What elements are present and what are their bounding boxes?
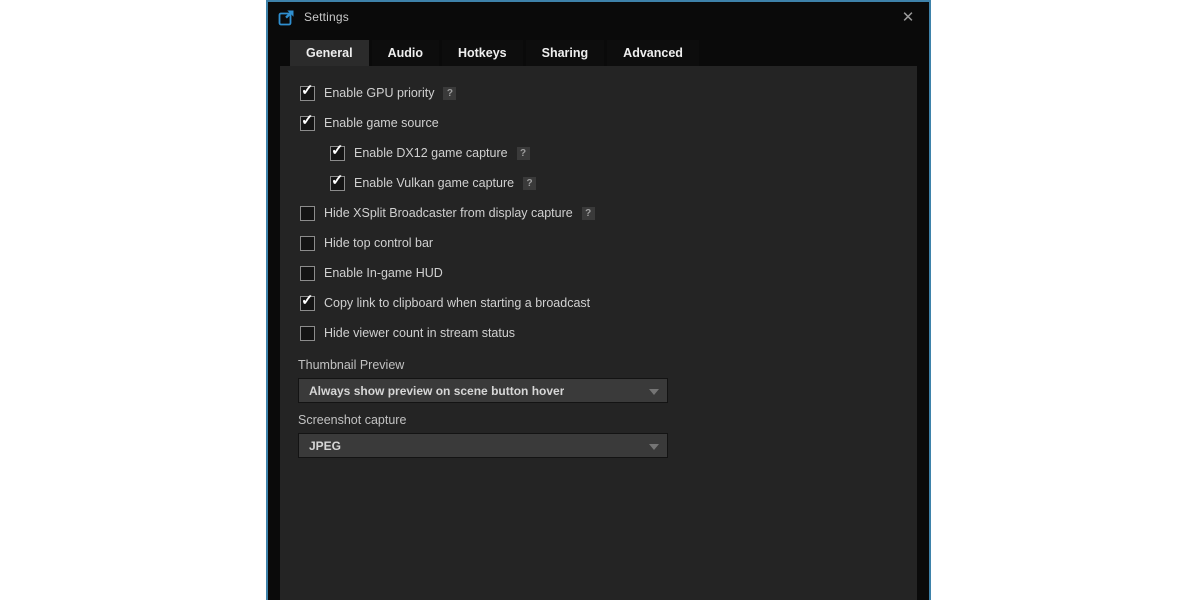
- checkbox-row-hide-top-control-bar[interactable]: ✓ Hide top control bar ?: [280, 228, 917, 258]
- chevron-down-icon: [649, 389, 659, 395]
- checkbox-label: Enable game source: [324, 116, 439, 130]
- checkmark-icon: ✓: [331, 143, 344, 158]
- checkbox-label: Hide top control bar: [324, 236, 433, 250]
- thumbnail-preview-dropdown[interactable]: Always show preview on scene button hove…: [298, 378, 668, 403]
- checkbox[interactable]: ✓: [330, 146, 345, 161]
- checkbox-label: Hide viewer count in stream status: [324, 326, 515, 340]
- checkbox-row-hide-viewer-count[interactable]: ✓ Hide viewer count in stream status ?: [280, 318, 917, 348]
- close-icon[interactable]: ✕: [897, 6, 919, 28]
- title-bar[interactable]: Settings ✕: [268, 2, 929, 32]
- checkbox-row-enable-game-source[interactable]: ✓ Enable game source ?: [280, 108, 917, 138]
- help-icon[interactable]: ?: [443, 87, 456, 100]
- checkbox[interactable]: ✓: [300, 236, 315, 251]
- tab-audio[interactable]: Audio: [372, 40, 439, 66]
- checkbox[interactable]: ✓: [300, 296, 315, 311]
- checkbox-label: Enable Vulkan game capture: [354, 176, 514, 190]
- checkmark-icon: ✓: [301, 83, 314, 98]
- checkbox[interactable]: ✓: [300, 266, 315, 281]
- tab-advanced[interactable]: Advanced: [607, 40, 699, 66]
- help-icon[interactable]: ?: [582, 207, 595, 220]
- checkbox-label: Enable GPU priority: [324, 86, 434, 100]
- thumbnail-preview-label: Thumbnail Preview: [298, 358, 917, 372]
- screenshot-capture-dropdown[interactable]: JPEG: [298, 433, 668, 458]
- tab-hotkeys[interactable]: Hotkeys: [442, 40, 523, 66]
- checkmark-icon: ✓: [301, 113, 314, 128]
- xsplit-logo-icon: [278, 9, 295, 26]
- checkbox-row-enable-in-game-hud[interactable]: ✓ Enable In-game HUD ?: [280, 258, 917, 288]
- settings-tabbar: General Audio Hotkeys Sharing Advanced: [290, 40, 917, 66]
- help-icon[interactable]: ?: [517, 147, 530, 160]
- checkbox-row-enable-vulkan-game-capture[interactable]: ✓ Enable Vulkan game capture ?: [280, 168, 917, 198]
- checkmark-icon: ✓: [331, 173, 344, 188]
- checkbox[interactable]: ✓: [330, 176, 345, 191]
- checkmark-icon: ✓: [301, 293, 314, 308]
- checkbox-label: Copy link to clipboard when starting a b…: [324, 296, 590, 310]
- checkbox-label: Enable In-game HUD: [324, 266, 443, 280]
- checkbox[interactable]: ✓: [300, 116, 315, 131]
- checkbox-row-copy-link-to-clipboard[interactable]: ✓ Copy link to clipboard when starting a…: [280, 288, 917, 318]
- tab-sharing[interactable]: Sharing: [526, 40, 605, 66]
- checkbox-label: Hide XSplit Broadcaster from display cap…: [324, 206, 573, 220]
- dropdown-selected-value: JPEG: [309, 439, 341, 453]
- screenshot-capture-label: Screenshot capture: [298, 413, 917, 427]
- chevron-down-icon: [649, 444, 659, 450]
- checkbox-row-enable-gpu-priority[interactable]: ✓ Enable GPU priority ?: [280, 78, 917, 108]
- checkbox-row-enable-dx12-game-capture[interactable]: ✓ Enable DX12 game capture ?: [280, 138, 917, 168]
- general-tab-panel: ✓ Enable GPU priority ? ✓ Enable game so…: [280, 66, 917, 600]
- checkbox[interactable]: ✓: [300, 206, 315, 221]
- checkbox-label: Enable DX12 game capture: [354, 146, 508, 160]
- checkbox-row-hide-xsplit-from-display-capture[interactable]: ✓ Hide XSplit Broadcaster from display c…: [280, 198, 917, 228]
- window-title: Settings: [304, 10, 349, 24]
- checkbox[interactable]: ✓: [300, 326, 315, 341]
- dropdown-selected-value: Always show preview on scene button hove…: [309, 384, 564, 398]
- tab-general[interactable]: General: [290, 40, 369, 66]
- settings-dialog: Settings ✕ General Audio Hotkeys Sharing…: [266, 0, 931, 600]
- help-icon[interactable]: ?: [523, 177, 536, 190]
- checkbox[interactable]: ✓: [300, 86, 315, 101]
